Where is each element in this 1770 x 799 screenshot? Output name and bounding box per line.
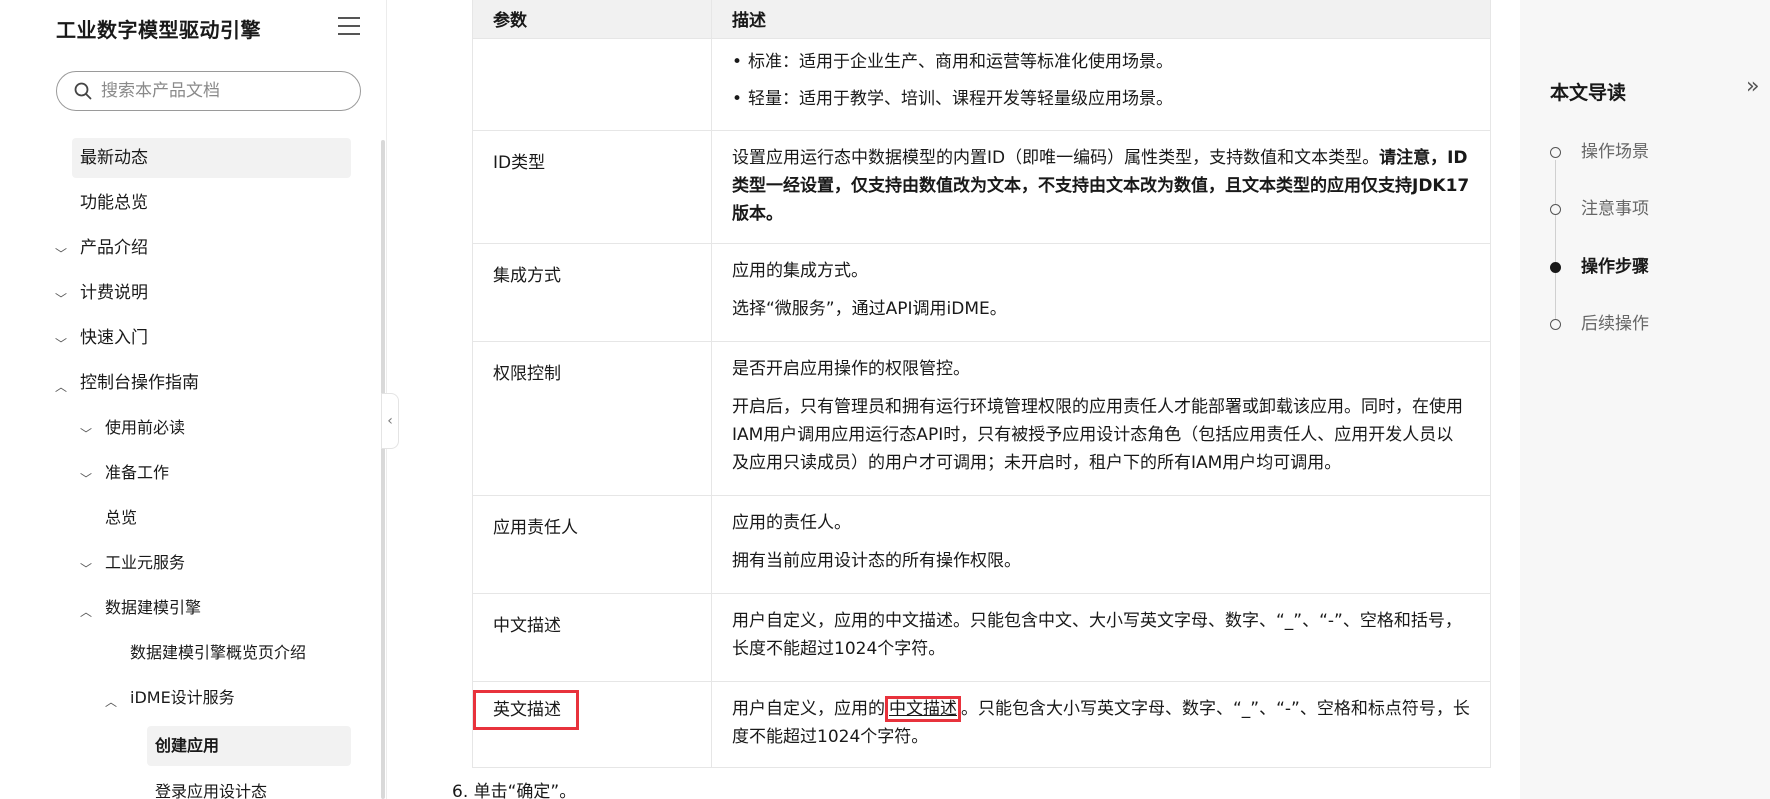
table-cell-desc: 应用的集成方式。 选择“微服务”，通过API调用iDME。	[711, 243, 1491, 342]
highlighted-param-english-desc: 英文描述	[473, 690, 579, 730]
list-item: 标准：适用于企业生产、商用和运营等标准化使用场景。	[732, 48, 1470, 76]
toc-connector-line	[1555, 160, 1556, 322]
toc-dot-icon	[1550, 147, 1561, 158]
chevron-down-icon[interactable]: ﹀	[80, 470, 92, 487]
double-chevron-right-icon[interactable]: ››	[1746, 74, 1759, 99]
table-cell-desc: 用户自定义，应用的 中文描述 。只能包含大小写英文字母、数字、“_”、“-”、空格和…	[711, 681, 1491, 768]
sidebar-item-label: 创建应用	[155, 736, 220, 755]
sidebar-item-label: 快速入门	[80, 328, 148, 348]
search-icon	[74, 82, 92, 100]
table-header-row: 参数 描述	[472, 0, 1491, 39]
sidebar-item-data-modeling[interactable]: 数据建模引擎	[97, 588, 351, 628]
sidebar-item-create-app[interactable]: 创建应用	[147, 726, 351, 766]
table-cell-param: 权限控制	[472, 341, 712, 496]
chevron-up-icon[interactable]: ︿	[55, 378, 67, 395]
cell-text: 是否开启应用操作的权限管控。	[732, 359, 970, 379]
parameter-table: 参数 描述 标准：适用于企业生产、商用和运营等标准化使用场景。 轻量：适用于教学…	[472, 0, 1491, 768]
chevron-down-icon[interactable]: ﹀	[80, 425, 92, 442]
sidebar-item-billing[interactable]: 计费说明	[72, 273, 351, 313]
sidebar-item-modeling-overview[interactable]: 数据建模引擎概览页介绍	[122, 633, 351, 673]
table-cell-desc: 设置应用运行态中数据模型的内置ID（即唯一编码）属性类型，支持数值和文本类型。请…	[711, 130, 1491, 244]
search-input[interactable]	[101, 78, 351, 104]
table-cell-param: 集成方式	[472, 243, 712, 342]
list-item: 轻量：适用于教学、培训、课程开发等轻量级应用场景。	[732, 85, 1470, 113]
toc-item-label: 注意事项	[1581, 199, 1649, 219]
sidebar-item-label: 登录应用设计态	[155, 782, 268, 799]
sidebar-item-preparation[interactable]: 准备工作	[97, 453, 351, 493]
sidebar-item-label: iDME设计服务	[130, 688, 235, 707]
sidebar-item-label: 总览	[105, 508, 138, 527]
table-cell-param: ID类型	[472, 130, 712, 244]
table-row: 权限控制 是否开启应用操作的权限管控。 开启后，只有管理员和拥有运行环境管理权限…	[472, 341, 1491, 496]
sidebar-item-features[interactable]: 功能总览	[72, 183, 351, 223]
sidebar-item-label: 准备工作	[105, 463, 170, 482]
sidebar-item-latest-news[interactable]: 最新动态	[72, 138, 351, 178]
cell-text: 选择“微服务”，通过API调用iDME。	[732, 299, 1007, 319]
highlighted-chinese-desc-mark: 中文描述	[885, 696, 961, 722]
cell-text: 用户自定义，应用的	[732, 699, 885, 719]
table-cell-desc: 是否开启应用操作的权限管控。 开启后，只有管理员和拥有运行环境管理权限的应用责任…	[711, 341, 1491, 496]
chevron-up-icon[interactable]: ︿	[105, 693, 117, 710]
sidebar: 工业数字模型驱动引擎 最新动态 功能总览 ﹀ 产品介绍 ﹀ 计费说明 ﹀ 快速入…	[0, 0, 387, 799]
sidebar-item-console-guide[interactable]: 控制台操作指南	[72, 363, 351, 403]
step-text: 6. 单击“确定”。	[452, 782, 577, 799]
table-cell-param	[472, 38, 712, 131]
toc-item-label: 操作场景	[1581, 142, 1649, 162]
chevron-down-icon[interactable]: ﹀	[55, 290, 67, 307]
table-row: 英文描述 用户自定义，应用的 中文描述 。只能包含大小写英文字母、数字、“_”、“-…	[472, 681, 1491, 768]
sidebar-item-label: 控制台操作指南	[80, 373, 199, 393]
table-cell-desc: 应用的责任人。 拥有当前应用设计态的所有操作权限。	[711, 495, 1491, 594]
table-row: 标准：适用于企业生产、商用和运营等标准化使用场景。 轻量：适用于教学、培训、课程…	[472, 38, 1491, 131]
sidebar-item-industrial-services[interactable]: 工业元服务	[97, 543, 351, 583]
menu-icon[interactable]	[338, 17, 360, 37]
cell-text: 应用的集成方式。	[732, 261, 868, 281]
chevron-up-icon[interactable]: ︿	[80, 603, 92, 620]
sidebar-item-label: 数据建模引擎概览页介绍	[130, 643, 307, 662]
sidebar-item-product-intro[interactable]: 产品介绍	[72, 228, 351, 268]
sidebar-item-login-design[interactable]: 登录应用设计态	[147, 772, 351, 799]
sidebar-item-label: 最新动态	[80, 148, 148, 168]
toc-title: 本文导读	[1550, 82, 1627, 104]
chevron-left-icon[interactable]: ‹	[381, 393, 399, 449]
table-cell-desc: 用户自定义，应用的中文描述。只能包含中文、大小写英文字母、数字、“_”、“-”、…	[711, 593, 1491, 682]
toc-item-label: 操作步骤	[1581, 257, 1649, 277]
chevron-down-icon[interactable]: ﹀	[55, 335, 67, 352]
parameter-table-wrap: 参数 描述 标准：适用于企业生产、商用和运营等标准化使用场景。 轻量：适用于教学…	[472, 0, 1491, 768]
sidebar-item-label: 功能总览	[80, 193, 148, 213]
toc-dot-icon	[1550, 204, 1561, 215]
sidebar-scrollbar[interactable]	[381, 140, 385, 799]
chevron-down-icon[interactable]: ﹀	[80, 560, 92, 577]
cell-text: 设置应用运行态中数据模型的内置ID（即唯一编码）属性类型，支持数值和文本类型。	[732, 148, 1380, 168]
cell-text: 应用的责任人。	[732, 513, 851, 533]
chevron-down-icon[interactable]: ﹀	[55, 245, 67, 262]
sidebar-item-label: 工业元服务	[105, 553, 186, 572]
sidebar-item-idme-design[interactable]: iDME设计服务	[122, 678, 351, 718]
toc-panel: 本文导读 ›› 操作场景 注意事项 操作步骤 后续操作	[1520, 0, 1770, 799]
table-cell-param: 英文描述	[472, 681, 712, 768]
sidebar-item-overview[interactable]: 总览	[97, 498, 351, 538]
product-title: 工业数字模型驱动引擎	[56, 18, 261, 42]
toc-item-label: 后续操作	[1581, 314, 1649, 334]
cell-text: 开启后，只有管理员和拥有运行环境管理权限的应用责任人才能部署或卸载该应用。同时，…	[732, 397, 1463, 473]
cell-text: 拥有当前应用设计态的所有操作权限。	[732, 551, 1021, 571]
search-box[interactable]	[56, 71, 361, 111]
sidebar-item-before-use[interactable]: 使用前必读	[97, 408, 351, 448]
table-row: 应用责任人 应用的责任人。 拥有当前应用设计态的所有操作权限。	[472, 495, 1491, 594]
sidebar-item-label: 数据建模引擎	[105, 598, 202, 617]
toc-dot-icon	[1550, 262, 1561, 273]
table-header-desc: 描述	[711, 0, 1491, 39]
sidebar-item-label: 计费说明	[80, 283, 148, 303]
sidebar-item-label: 使用前必读	[105, 418, 186, 437]
table-row: 中文描述 用户自定义，应用的中文描述。只能包含中文、大小写英文字母、数字、“_”…	[472, 593, 1491, 682]
table-row: ID类型 设置应用运行态中数据模型的内置ID（即唯一编码）属性类型，支持数值和文…	[472, 130, 1491, 244]
sidebar-item-quick-start[interactable]: 快速入门	[72, 318, 351, 358]
table-cell-param: 中文描述	[472, 593, 712, 682]
table-row: 集成方式 应用的集成方式。 选择“微服务”，通过API调用iDME。	[472, 243, 1491, 342]
table-cell-param: 应用责任人	[472, 495, 712, 594]
sidebar-item-label: 产品介绍	[80, 238, 148, 258]
table-header-param: 参数	[472, 0, 712, 39]
toc-dot-icon	[1550, 319, 1561, 330]
table-cell-desc: 标准：适用于企业生产、商用和运营等标准化使用场景。 轻量：适用于教学、培训、课程…	[711, 38, 1491, 131]
cell-text: 用户自定义，应用的中文描述。只能包含中文、大小写英文字母、数字、“_”、“-”、…	[732, 611, 1462, 659]
